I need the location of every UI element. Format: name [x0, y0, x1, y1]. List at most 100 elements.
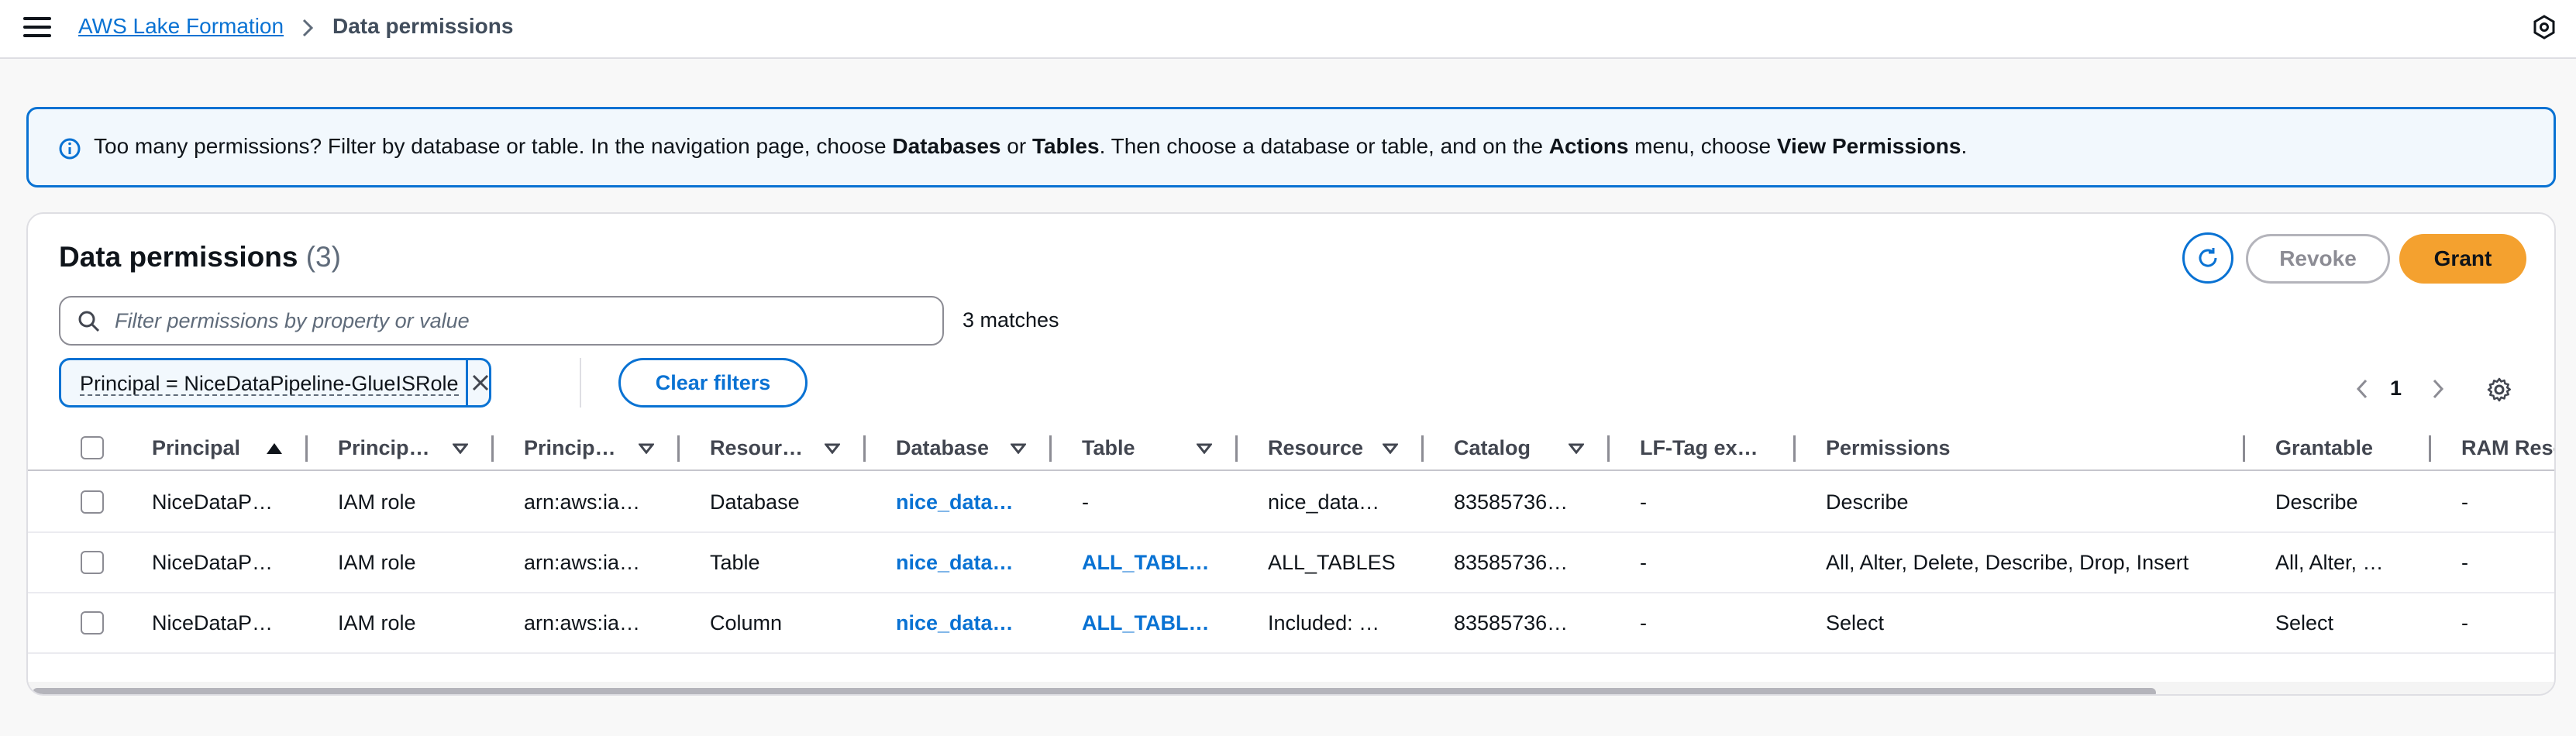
column-resizer[interactable]	[1235, 435, 1238, 462]
cell-resource-type: Table	[710, 551, 760, 574]
column-header-principal-arn[interactable]: Princip…	[524, 425, 616, 471]
matches-count: 3 matches	[963, 308, 1059, 332]
filter-separator	[580, 358, 581, 408]
cell-permissions: Describe	[1826, 490, 1909, 514]
sort-icon[interactable]	[1197, 443, 1212, 454]
cell-principal: NiceDataP…	[152, 551, 274, 574]
cell-table-link[interactable]: ALL_TABL…	[1082, 593, 1221, 652]
refresh-icon	[2199, 248, 2217, 267]
remove-filter-icon[interactable]	[470, 360, 491, 405]
filter-token-label[interactable]: Principal = NiceDataPipeline-GlueISRole	[80, 373, 459, 396]
cell-resource: Included: …	[1268, 611, 1380, 635]
column-resizer[interactable]	[2243, 435, 2245, 462]
column-header-principal-type[interactable]: Princip…	[338, 425, 430, 471]
sort-icon[interactable]	[825, 443, 840, 454]
sort-icon[interactable]	[1383, 443, 1398, 454]
column-header-ram-resource[interactable]: RAM Reso	[2461, 425, 2554, 471]
cell-permissions: Select	[1826, 611, 1885, 635]
row-checkbox[interactable]	[81, 611, 104, 635]
chevron-right-icon	[302, 19, 314, 37]
cell-lf-tag: -	[1640, 551, 1647, 574]
select-all-checkbox[interactable]	[81, 436, 104, 459]
column-header-principal[interactable]: Principal	[152, 425, 240, 471]
cell-principal-arn: arn:aws:ia…	[524, 611, 641, 635]
alert-message: Too many permissions? Filter by database…	[94, 134, 1968, 158]
filter-search-box	[59, 296, 944, 346]
cell-principal-type: IAM role	[338, 611, 416, 635]
column-header-resource[interactable]: Resource	[1268, 425, 1363, 471]
token-divider	[466, 360, 468, 405]
sort-icon[interactable]	[639, 443, 654, 454]
cell-lf-tag: -	[1640, 490, 1647, 514]
cell-principal: NiceDataP…	[152, 490, 274, 514]
column-resizer[interactable]	[863, 435, 866, 462]
info-circle-icon	[59, 138, 81, 160]
table-row[interactable]: NiceDataP… IAM role arn:aws:ia… Database…	[28, 473, 2554, 533]
column-header-resource-type[interactable]: Resour…	[710, 425, 803, 471]
hamburger-menu-icon[interactable]	[23, 17, 51, 40]
breadcrumb-lake-formation-link[interactable]: AWS Lake Formation	[78, 14, 284, 39]
sort-icon[interactable]	[453, 443, 468, 454]
refresh-button[interactable]	[2182, 232, 2233, 284]
top-navigation: AWS Lake Formation Data permissions	[0, 0, 2576, 59]
column-resizer[interactable]	[2429, 435, 2431, 462]
cell-permissions: All, Alter, Delete, Describe, Drop, Inse…	[1826, 551, 2189, 574]
sort-ascending-icon[interactable]	[267, 443, 282, 454]
column-header-grantable[interactable]: Grantable	[2275, 425, 2373, 471]
sort-icon[interactable]	[1569, 443, 1584, 454]
table-preferences-gear-icon[interactable]	[2486, 377, 2512, 403]
table-row[interactable]: NiceDataP… IAM role arn:aws:ia… Column n…	[28, 593, 2554, 654]
column-header-database[interactable]: Database	[896, 425, 989, 471]
cell-database-link[interactable]: nice_data…	[896, 593, 1035, 652]
column-header-permissions[interactable]: Permissions	[1826, 425, 1951, 471]
column-resizer[interactable]	[1793, 435, 1796, 462]
column-header-catalog[interactable]: Catalog	[1454, 425, 1531, 471]
cell-database-link[interactable]: nice_data…	[896, 533, 1035, 592]
hexagon-settings-icon[interactable]	[2531, 14, 2557, 40]
previous-page-icon[interactable]	[2353, 377, 2371, 401]
column-resizer[interactable]	[305, 435, 308, 462]
cell-ram-resource: -	[2461, 490, 2468, 514]
result-count: (3)	[305, 241, 341, 273]
filter-input[interactable]	[115, 305, 928, 336]
cell-resource-type: Database	[710, 490, 800, 514]
cell-database-link[interactable]: nice_data…	[896, 473, 1035, 531]
cell-catalog: 83585736…	[1454, 611, 1569, 635]
search-icon	[78, 311, 100, 332]
table-header: Principal Princip… Princip… Resour… Data…	[28, 425, 2554, 471]
row-checkbox[interactable]	[81, 551, 104, 574]
column-resizer[interactable]	[491, 435, 494, 462]
cell-principal-type: IAM role	[338, 490, 416, 514]
cell-principal-arn: arn:aws:ia…	[524, 551, 641, 574]
table-row[interactable]: NiceDataP… IAM role arn:aws:ia… Table ni…	[28, 533, 2554, 593]
cell-grantable: All, Alter, …	[2275, 551, 2384, 574]
cell-ram-resource: -	[2461, 611, 2468, 635]
next-page-icon[interactable]	[2429, 377, 2447, 401]
cell-resource-type: Column	[710, 611, 783, 635]
column-resizer[interactable]	[1049, 435, 1052, 462]
cell-catalog: 83585736…	[1454, 490, 1569, 514]
page-number[interactable]: 1	[2390, 377, 2402, 401]
breadcrumb-current: Data permissions	[332, 14, 514, 38]
cell-lf-tag: -	[1640, 611, 1647, 635]
column-header-table[interactable]: Table	[1082, 425, 1135, 471]
info-alert: Too many permissions? Filter by database…	[26, 107, 2556, 187]
data-permissions-table-container: Data permissions (3) Revoke Grant 3 matc…	[26, 212, 2556, 696]
column-resizer[interactable]	[677, 435, 680, 462]
cell-principal: NiceDataP…	[152, 611, 274, 635]
column-resizer[interactable]	[1607, 435, 1610, 462]
clear-filters-button[interactable]: Clear filters	[618, 358, 808, 408]
revoke-button[interactable]: Revoke	[2246, 234, 2390, 284]
horizontal-scrollbar-thumb[interactable]	[33, 688, 2156, 694]
cell-table: -	[1082, 490, 1089, 514]
cell-ram-resource: -	[2461, 551, 2468, 574]
grant-button[interactable]: Grant	[2399, 234, 2526, 284]
cell-table-link[interactable]: ALL_TABL…	[1082, 533, 1221, 592]
cell-resource: nice_data…	[1268, 490, 1380, 514]
filter-token: Principal = NiceDataPipeline-GlueISRole	[59, 358, 491, 408]
column-resizer[interactable]	[1421, 435, 1424, 462]
cell-grantable: Select	[2275, 611, 2334, 635]
column-header-lf-tag[interactable]: LF-Tag ex…	[1640, 425, 1758, 471]
row-checkbox[interactable]	[81, 490, 104, 514]
sort-icon[interactable]	[1011, 443, 1026, 454]
